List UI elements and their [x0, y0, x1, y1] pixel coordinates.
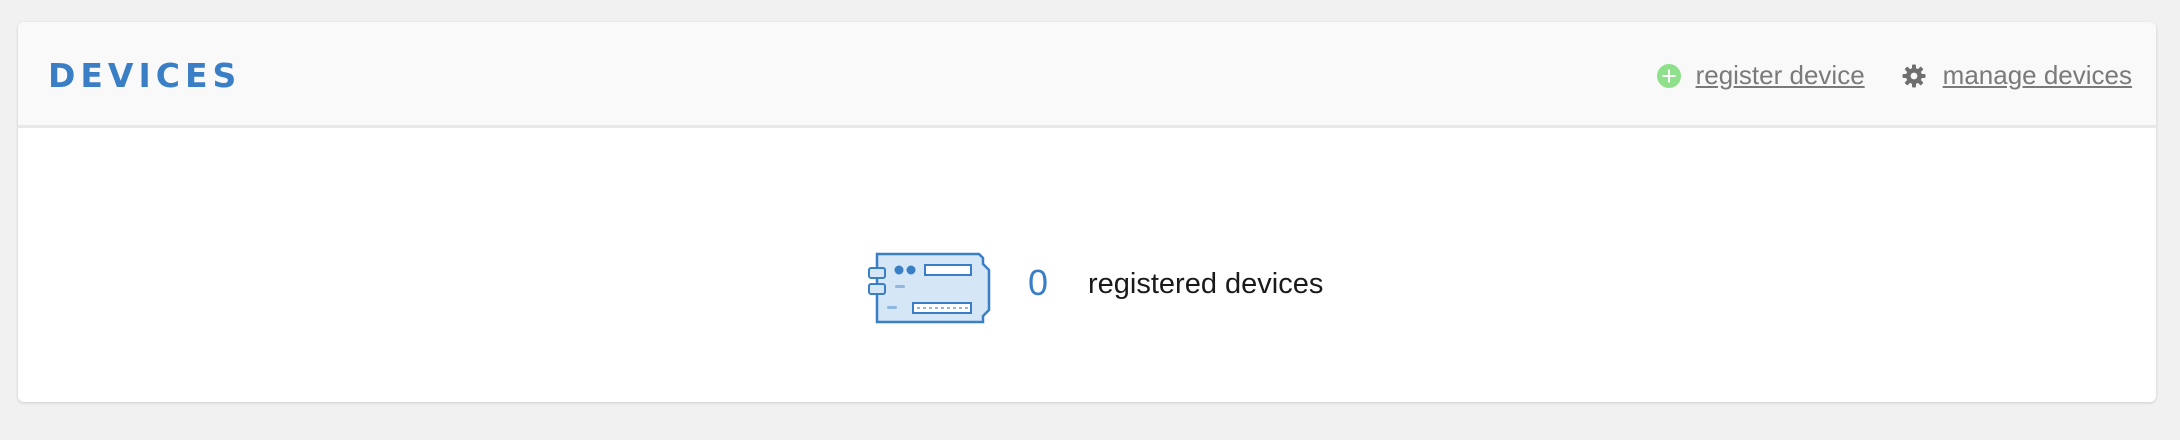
manage-devices-link[interactable]: manage devices	[1901, 60, 2132, 91]
page-title: DEVICES	[48, 56, 242, 95]
gear-icon	[1901, 63, 1927, 89]
device-count: 0	[1028, 262, 1049, 303]
register-device-link[interactable]: register device	[1656, 60, 1865, 91]
plus-circle-icon	[1656, 63, 1682, 89]
circuit-board-icon	[861, 248, 993, 328]
manage-devices-label: manage devices	[1942, 60, 2132, 90]
card-header: DEVICES register device manage devices	[18, 22, 2156, 128]
header-actions: register device manage devices	[1656, 60, 2132, 91]
devices-card: DEVICES register device manage devices 0…	[18, 22, 2156, 402]
device-count-label: registered devices	[1088, 268, 1324, 300]
register-device-label: register device	[1695, 60, 1865, 90]
card-body: 0 registered devices	[18, 128, 2156, 402]
